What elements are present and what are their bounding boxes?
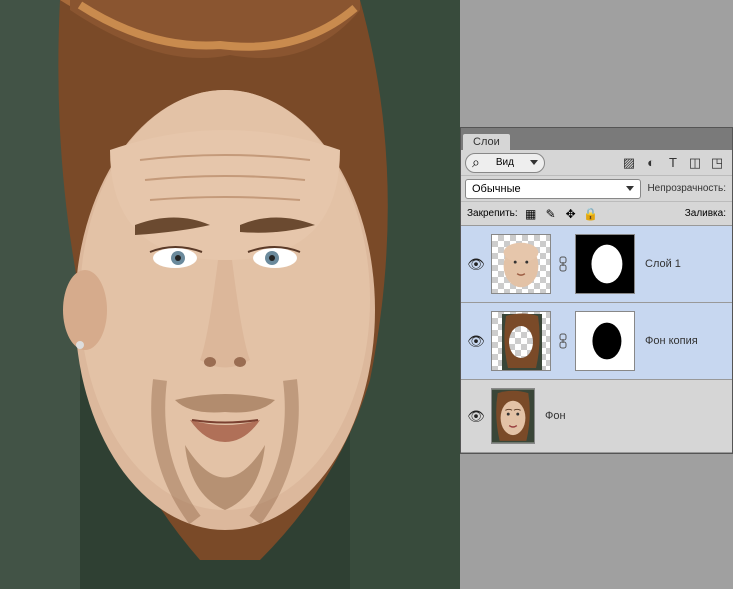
lock-transparency-icon[interactable]: ▦ <box>524 207 538 221</box>
visibility-toggle[interactable]: 👁 <box>467 333 485 350</box>
layer-thumbnail[interactable] <box>491 388 535 444</box>
text-filter-icon[interactable]: T <box>666 156 680 170</box>
lock-label: Закрепить: <box>467 208 518 219</box>
lock-row: Закрепить: ▦ ✎ ✥ 🔒 Заливка: <box>461 202 732 226</box>
tab-layers[interactable]: Слои <box>463 134 510 150</box>
lock-position-icon[interactable]: ✥ <box>564 207 578 221</box>
fill-label: Заливка: <box>685 208 726 219</box>
link-icon[interactable] <box>557 333 569 349</box>
canvas-image[interactable] <box>0 0 460 589</box>
layer-name[interactable]: Слой 1 <box>645 258 681 270</box>
layer-filter-select[interactable]: Вид <box>465 153 545 173</box>
opacity-label: Непрозрачность: <box>647 183 728 194</box>
lock-all-icon[interactable]: 🔒 <box>584 207 598 221</box>
blend-mode-value: Обычные <box>472 183 521 195</box>
link-icon[interactable] <box>557 256 569 272</box>
adjustment-filter-icon[interactable]: ◐ <box>644 156 658 170</box>
search-icon <box>472 154 480 171</box>
layer-row[interactable]: 👁 Слой 1 <box>461 226 732 303</box>
mask-thumbnail[interactable] <box>575 234 635 294</box>
lock-pixels-icon[interactable]: ✎ <box>544 207 558 221</box>
layers-list: 👁 Слой 1 👁 <box>461 226 732 453</box>
panel-tabs: Слои <box>461 128 732 150</box>
visibility-toggle[interactable]: 👁 <box>467 408 485 425</box>
layer-filter-label: Вид <box>496 157 514 168</box>
blend-mode-select[interactable]: Обычные <box>465 179 641 199</box>
blend-row: Обычные Непрозрачность: <box>461 176 732 202</box>
shape-filter-icon[interactable]: ◫ <box>688 156 702 170</box>
layer-row[interactable]: 👁 Фон <box>461 380 732 453</box>
filter-icons: ▨ ◐ T ◫ ◳ <box>622 156 728 170</box>
layer-thumbnail[interactable] <box>491 311 551 371</box>
layer-name[interactable]: Фон <box>545 410 566 422</box>
layer-name[interactable]: Фон копия <box>645 335 698 347</box>
layers-panel: Слои Вид ▨ ◐ T ◫ ◳ Обычные Непрозрачност… <box>460 127 733 454</box>
mask-thumbnail[interactable] <box>575 311 635 371</box>
layer-filter-row: Вид ▨ ◐ T ◫ ◳ <box>461 150 732 176</box>
layer-thumbnail[interactable] <box>491 234 551 294</box>
chevron-down-icon <box>530 160 538 165</box>
visibility-toggle[interactable]: 👁 <box>467 256 485 273</box>
layer-row[interactable]: 👁 <box>461 303 732 380</box>
image-filter-icon[interactable]: ▨ <box>622 156 636 170</box>
chevron-down-icon <box>626 186 634 191</box>
smart-filter-icon[interactable]: ◳ <box>710 156 724 170</box>
